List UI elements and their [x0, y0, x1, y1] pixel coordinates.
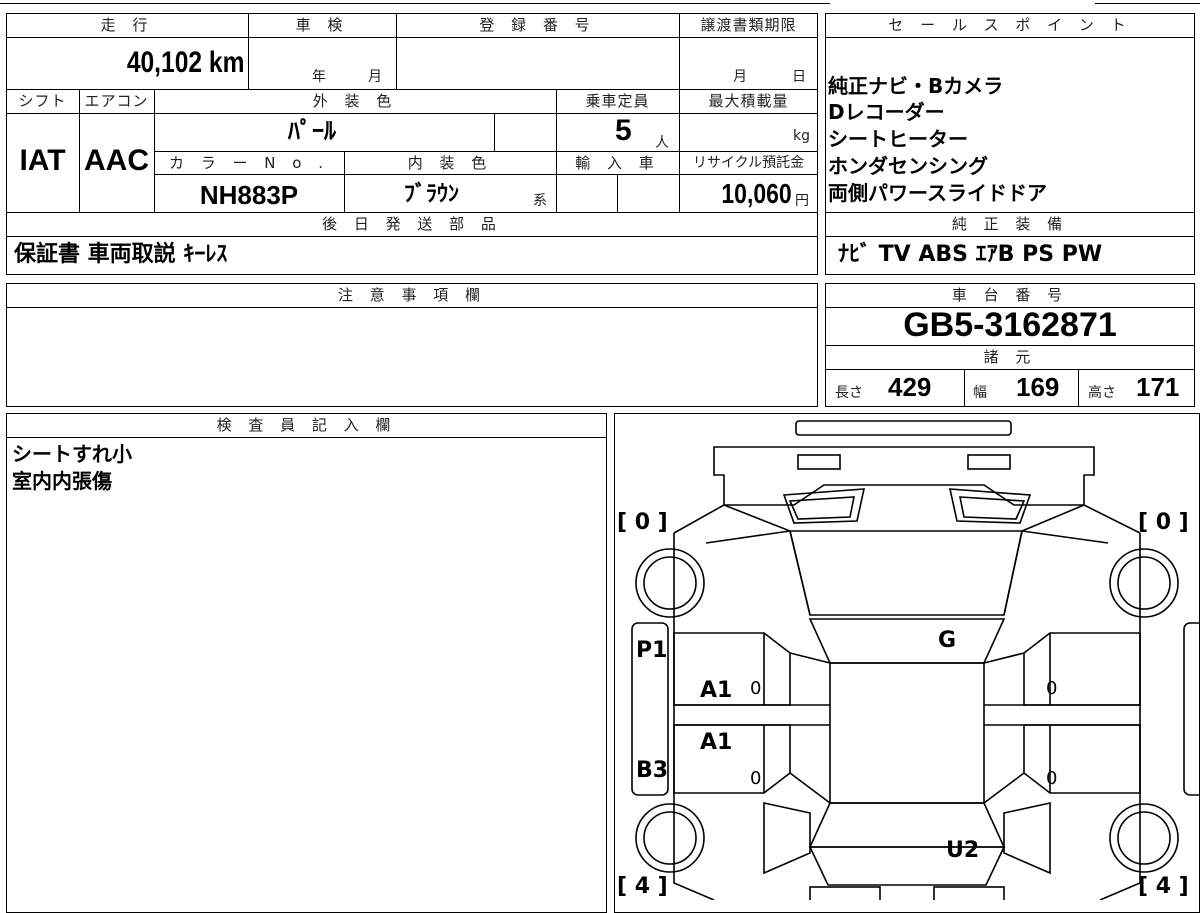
- later-parts-header: 後 日 発 送 部 品: [322, 215, 502, 233]
- width-value: 169: [1016, 372, 1060, 402]
- front-bumper-shape: [795, 420, 1012, 436]
- import-header: 輸 入 車: [575, 154, 660, 172]
- genuine-equipment-value: ﾅﾋﾞ TV ABS ｴｱB PS PW: [838, 242, 1103, 267]
- inspector-note-line: 室内内張傷: [12, 469, 112, 493]
- max-load-unit: kg: [793, 128, 810, 144]
- tire-front-right: [1109, 548, 1179, 618]
- shift-header: シフト: [18, 92, 67, 110]
- hood-shape: [788, 530, 1023, 616]
- color-no-value: NH883P: [199, 180, 299, 210]
- width-label: 幅: [973, 385, 987, 401]
- max-load-header: 最大積載量: [708, 92, 789, 110]
- interior-color-suffix: 系: [533, 193, 547, 209]
- recycle-unit: 円: [795, 193, 809, 209]
- damage-mark-left-sill-front: P1: [636, 638, 668, 663]
- recycle-deposit-header: リサイクル預託金: [692, 155, 805, 171]
- notes-header: 注 意 事 項 欄: [337, 286, 487, 304]
- length-label: 長さ: [835, 385, 863, 401]
- top-edge-line: [0, 3, 830, 4]
- roof-shape: [829, 662, 985, 804]
- right-sill-shape: [1183, 622, 1200, 796]
- door-zero-mark: 0: [1046, 678, 1058, 699]
- door-zero-mark: 0: [750, 678, 762, 699]
- exterior-color-value: ﾊﾟｰﾙ: [288, 117, 336, 145]
- chassis-number-value: GB5-3162871: [903, 306, 1117, 344]
- transfer-deadline-header: 譲渡書類期限: [700, 16, 797, 34]
- sales-points-header: セ ー ル ス ポ イ ン ト: [888, 16, 1132, 34]
- transfer-day-unit: 日: [792, 69, 806, 85]
- genuine-equipment-header: 純 正 装 備: [951, 215, 1069, 233]
- capacity-value: 5: [615, 114, 632, 147]
- aircon-value: AAC: [84, 144, 149, 177]
- inspection-header: 車 検: [295, 16, 349, 34]
- damage-mark-rear-gate: U2: [946, 838, 980, 863]
- aircon-header: エアコン: [84, 92, 149, 110]
- interior-color-value: ﾌﾞﾗｳﾝ: [404, 182, 460, 207]
- right-rear-door: [1023, 724, 1141, 794]
- inspector-header: 検 査 員 記 入 欄: [216, 416, 397, 434]
- mileage-value: 40,102 km: [126, 46, 244, 79]
- damage-mark-left-rear-door: A1: [700, 730, 733, 755]
- inspection-month-unit: 月: [368, 69, 382, 85]
- sales-point-item: シートヒーター: [828, 127, 968, 151]
- windshield-shape: [808, 618, 1006, 664]
- sales-point-item: 純正ナビ・Bカメラ: [828, 74, 1004, 98]
- door-zero-mark: 0: [750, 768, 762, 789]
- damage-mark-left-front-door: A1: [700, 678, 733, 703]
- front-panel-shape: [713, 446, 1095, 506]
- chassis-number-header: 車 台 番 号: [951, 286, 1069, 304]
- tire-rear-left: [635, 803, 705, 873]
- inspector-note-line: シートすれ小: [12, 442, 132, 466]
- sales-point-item: Dレコーダー: [828, 100, 945, 124]
- sales-point-item: ホンダセンシング: [828, 154, 988, 178]
- tire-rear-right-label: [ 4 ]: [1138, 874, 1189, 899]
- tire-front-left: [635, 548, 705, 618]
- height-value: 171: [1136, 372, 1180, 402]
- capacity-header: 乗車定員: [585, 92, 650, 110]
- tire-front-left-label: [ 0 ]: [617, 510, 668, 535]
- later-parts-value: 保証書 車両取説 ｷｰﾚｽ: [14, 242, 228, 267]
- inspection-year-unit: 年: [312, 69, 326, 85]
- top-edge-line-right: [1095, 3, 1200, 4]
- transfer-month-unit: 月: [733, 69, 747, 85]
- capacity-unit: 人: [655, 135, 669, 151]
- tire-rear-left-label: [ 4 ]: [617, 874, 668, 899]
- height-label: 高さ: [1088, 385, 1116, 401]
- door-zero-mark: 0: [1046, 768, 1058, 789]
- color-no-header: カ ラ ー N o .: [168, 154, 329, 172]
- shift-value: IAT: [19, 144, 66, 177]
- damage-mark-roof: G: [938, 628, 957, 653]
- tire-front-right-label: [ 0 ]: [1138, 510, 1189, 535]
- right-front-door: [1023, 632, 1141, 706]
- registration-header: 登 録 番 号: [479, 16, 596, 34]
- car-diagram: [631, 420, 1200, 900]
- damage-mark-left-sill-rear: B3: [636, 758, 669, 783]
- interior-color-header: 内 装 色: [407, 154, 493, 172]
- specs-header: 諸 元: [983, 348, 1037, 366]
- exterior-color-header: 外 装 色: [312, 92, 398, 110]
- sales-point-item: 両側パワースライドドア: [828, 181, 1047, 205]
- mileage-header: 走 行: [100, 16, 154, 34]
- length-value: 429: [888, 372, 932, 402]
- recycle-deposit-value: 10,060: [721, 178, 792, 209]
- tire-rear-right: [1109, 803, 1179, 873]
